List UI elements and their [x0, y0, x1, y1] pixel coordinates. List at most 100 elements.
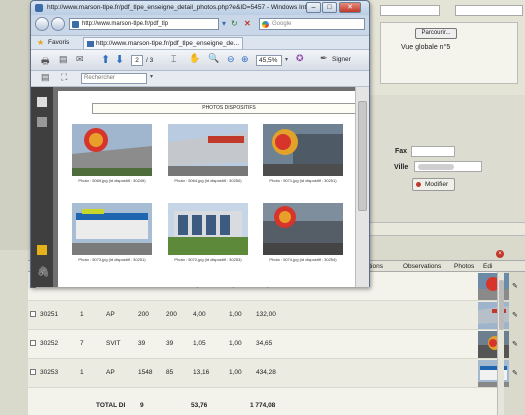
page-down-icon[interactable]: ⬇: [115, 53, 124, 66]
caption-4: Photo : 5073.jpg (id dispositif : 30251): [78, 257, 146, 262]
zoom-in-icon[interactable]: ⊕: [241, 54, 249, 65]
table-row[interactable]: 30252 7 SVIT 39 39 1,05 1,00 34,65: [28, 330, 498, 359]
row-checkbox[interactable]: [30, 311, 36, 317]
cell-id: 30251: [40, 311, 59, 318]
edit-icon[interactable]: ✎: [512, 282, 518, 290]
sign-icon[interactable]: ✒: [320, 53, 328, 64]
th-observations[interactable]: Observations: [403, 263, 441, 270]
favorites-label[interactable]: Favoris: [48, 39, 69, 46]
address-bar[interactable]: http://www.marson-tlpe.fr/pdf_tlp: [69, 18, 219, 30]
pdf-scrollbar[interactable]: [355, 87, 369, 287]
cell-d: 1,00: [229, 311, 242, 318]
photo-thumbnail[interactable]: [478, 302, 509, 329]
th-edit[interactable]: Edi: [483, 263, 492, 270]
cell-n: 1: [80, 369, 84, 376]
ville-label: Ville: [394, 164, 409, 171]
modifier-button[interactable]: Modifier: [412, 178, 455, 191]
page-total: / 3: [146, 57, 154, 64]
pdf-secondary-toolbar: ▤ ⛶ Rechercher ▾: [31, 71, 369, 87]
share-icon[interactable]: ✪: [296, 53, 304, 64]
fax-input[interactable]: [411, 146, 455, 157]
total-n: 9: [140, 402, 144, 409]
photo-thumbnail[interactable]: [478, 273, 509, 300]
fit-page-icon[interactable]: ⛶: [61, 72, 67, 83]
pdf-sidebar: 🖇: [31, 87, 53, 287]
search-placeholder: Google: [272, 21, 292, 27]
dropdown-icon[interactable]: ▾: [222, 19, 226, 28]
th-photos[interactable]: Photos: [454, 263, 474, 270]
table-row[interactable]: 30251 1 AP 200 200 4,00 1,00 132,00: [28, 301, 498, 330]
paperclip-icon[interactable]: 🖇: [37, 267, 50, 278]
search-input[interactable]: Google: [259, 18, 365, 30]
select-tool-icon[interactable]: ⌶: [171, 54, 176, 65]
search-field[interactable]: Rechercher: [81, 73, 147, 84]
ie-popup-window[interactable]: http://www.marson-tlpe.fr/pdf_tlpe_ensei…: [30, 0, 370, 287]
browse-button[interactable]: Parcourir...: [415, 28, 457, 39]
close-button[interactable]: ✕: [339, 2, 361, 13]
pdf-toolbar: 🖶 ▤ ✉ ⬆ ⬇ 2 / 3 ⌶ ✋ 🔍 ⊖ ⊕ 45,5% ▾ ✪ ✒ Si…: [31, 49, 369, 71]
search-dropdown-icon[interactable]: ▾: [150, 73, 153, 80]
ville-blurred-value: [418, 164, 454, 170]
vue-globale-label: Vue globale n°5: [401, 44, 451, 51]
zoom-dropdown-icon[interactable]: ▾: [285, 56, 288, 63]
pdf-page: PHOTOS DISPOSITIFS Photo: 5069.jpg (id …: [58, 91, 366, 287]
maximize-button[interactable]: □: [322, 2, 337, 13]
window-title: http://www.marson-tlpe.fr/pdf_tlpe_ensei…: [47, 4, 315, 11]
cell-n: 1: [80, 311, 84, 318]
pages-panel-icon[interactable]: [37, 97, 47, 107]
refresh-icon[interactable]: ↻: [231, 19, 238, 28]
table-scrollbar[interactable]: [497, 272, 504, 415]
ville-input[interactable]: [414, 161, 482, 172]
top-input-2[interactable]: [455, 5, 523, 16]
save-icon[interactable]: ▤: [41, 72, 50, 83]
print-icon[interactable]: 🖶: [41, 54, 50, 70]
top-input[interactable]: [380, 5, 440, 16]
close-icon[interactable]: ×: [496, 250, 504, 258]
page-number-input[interactable]: 2: [131, 55, 143, 66]
comments-icon[interactable]: [37, 245, 47, 255]
modifier-label: Modifier: [425, 181, 449, 188]
row-checkbox[interactable]: [30, 369, 36, 375]
row-checkbox[interactable]: [30, 340, 36, 346]
favorites-star-icon[interactable]: ★: [37, 38, 44, 47]
email-icon[interactable]: ✉: [76, 54, 84, 65]
doc-title: PHOTOS DISPOSITIFS: [92, 103, 366, 114]
stop-icon[interactable]: ✕: [244, 19, 251, 28]
cell-e: 434,28: [256, 369, 276, 376]
cell-type: AP: [106, 311, 115, 318]
tab-label: http://www.marson-tlpe.fr/pdf_tlpe_ensei…: [96, 40, 240, 47]
photo-3: [263, 124, 343, 176]
forward-button[interactable]: [51, 17, 65, 31]
pdf-scrollbar-thumb[interactable]: [358, 101, 367, 211]
zoom-input[interactable]: 45,5%: [256, 55, 282, 66]
cell-id: 30253: [40, 369, 59, 376]
table-row[interactable]: 30253 1 AP 1548 85 13,16 1,00 434,28: [28, 359, 498, 388]
cell-n: 7: [80, 340, 84, 347]
photo-thumbnail[interactable]: [478, 360, 509, 387]
save-icon[interactable]: ▤: [59, 54, 68, 65]
google-icon: [262, 21, 269, 28]
scrollbar-thumb[interactable]: [499, 280, 504, 330]
edit-icon[interactable]: ✎: [512, 369, 518, 377]
photo-4: [72, 203, 152, 255]
edit-icon[interactable]: ✎: [512, 340, 518, 348]
page-up-icon[interactable]: ⬆: [101, 53, 110, 66]
cell-b: 39: [166, 340, 174, 347]
window-titlebar[interactable]: http://www.marson-tlpe.fr/pdf_tlpe_ensei…: [31, 1, 369, 15]
edit-icon[interactable]: ✎: [512, 311, 518, 319]
cell-e: 34,65: [256, 340, 273, 347]
signer-menu[interactable]: Signer: [332, 56, 351, 63]
zoom-out-icon[interactable]: ⊖: [227, 54, 235, 65]
zoom-tool-icon[interactable]: 🔍: [208, 53, 219, 64]
address-text: http://www.marson-tlpe.fr/pdf_tlp: [82, 21, 169, 27]
cell-c: 1,05: [193, 340, 206, 347]
hand-tool-icon[interactable]: ✋: [189, 53, 200, 64]
minimize-button[interactable]: –: [306, 2, 321, 13]
cell-c: 13,16: [193, 369, 210, 376]
pdf-document-area[interactable]: PHOTOS DISPOSITIFS Photo: 5069.jpg (id …: [53, 87, 369, 287]
back-button[interactable]: [35, 17, 49, 31]
attachments-panel-icon[interactable]: [37, 117, 47, 127]
photo-thumbnail[interactable]: [478, 331, 509, 358]
total-label: TOTAL DI: [96, 402, 126, 409]
page-icon: [72, 21, 79, 28]
